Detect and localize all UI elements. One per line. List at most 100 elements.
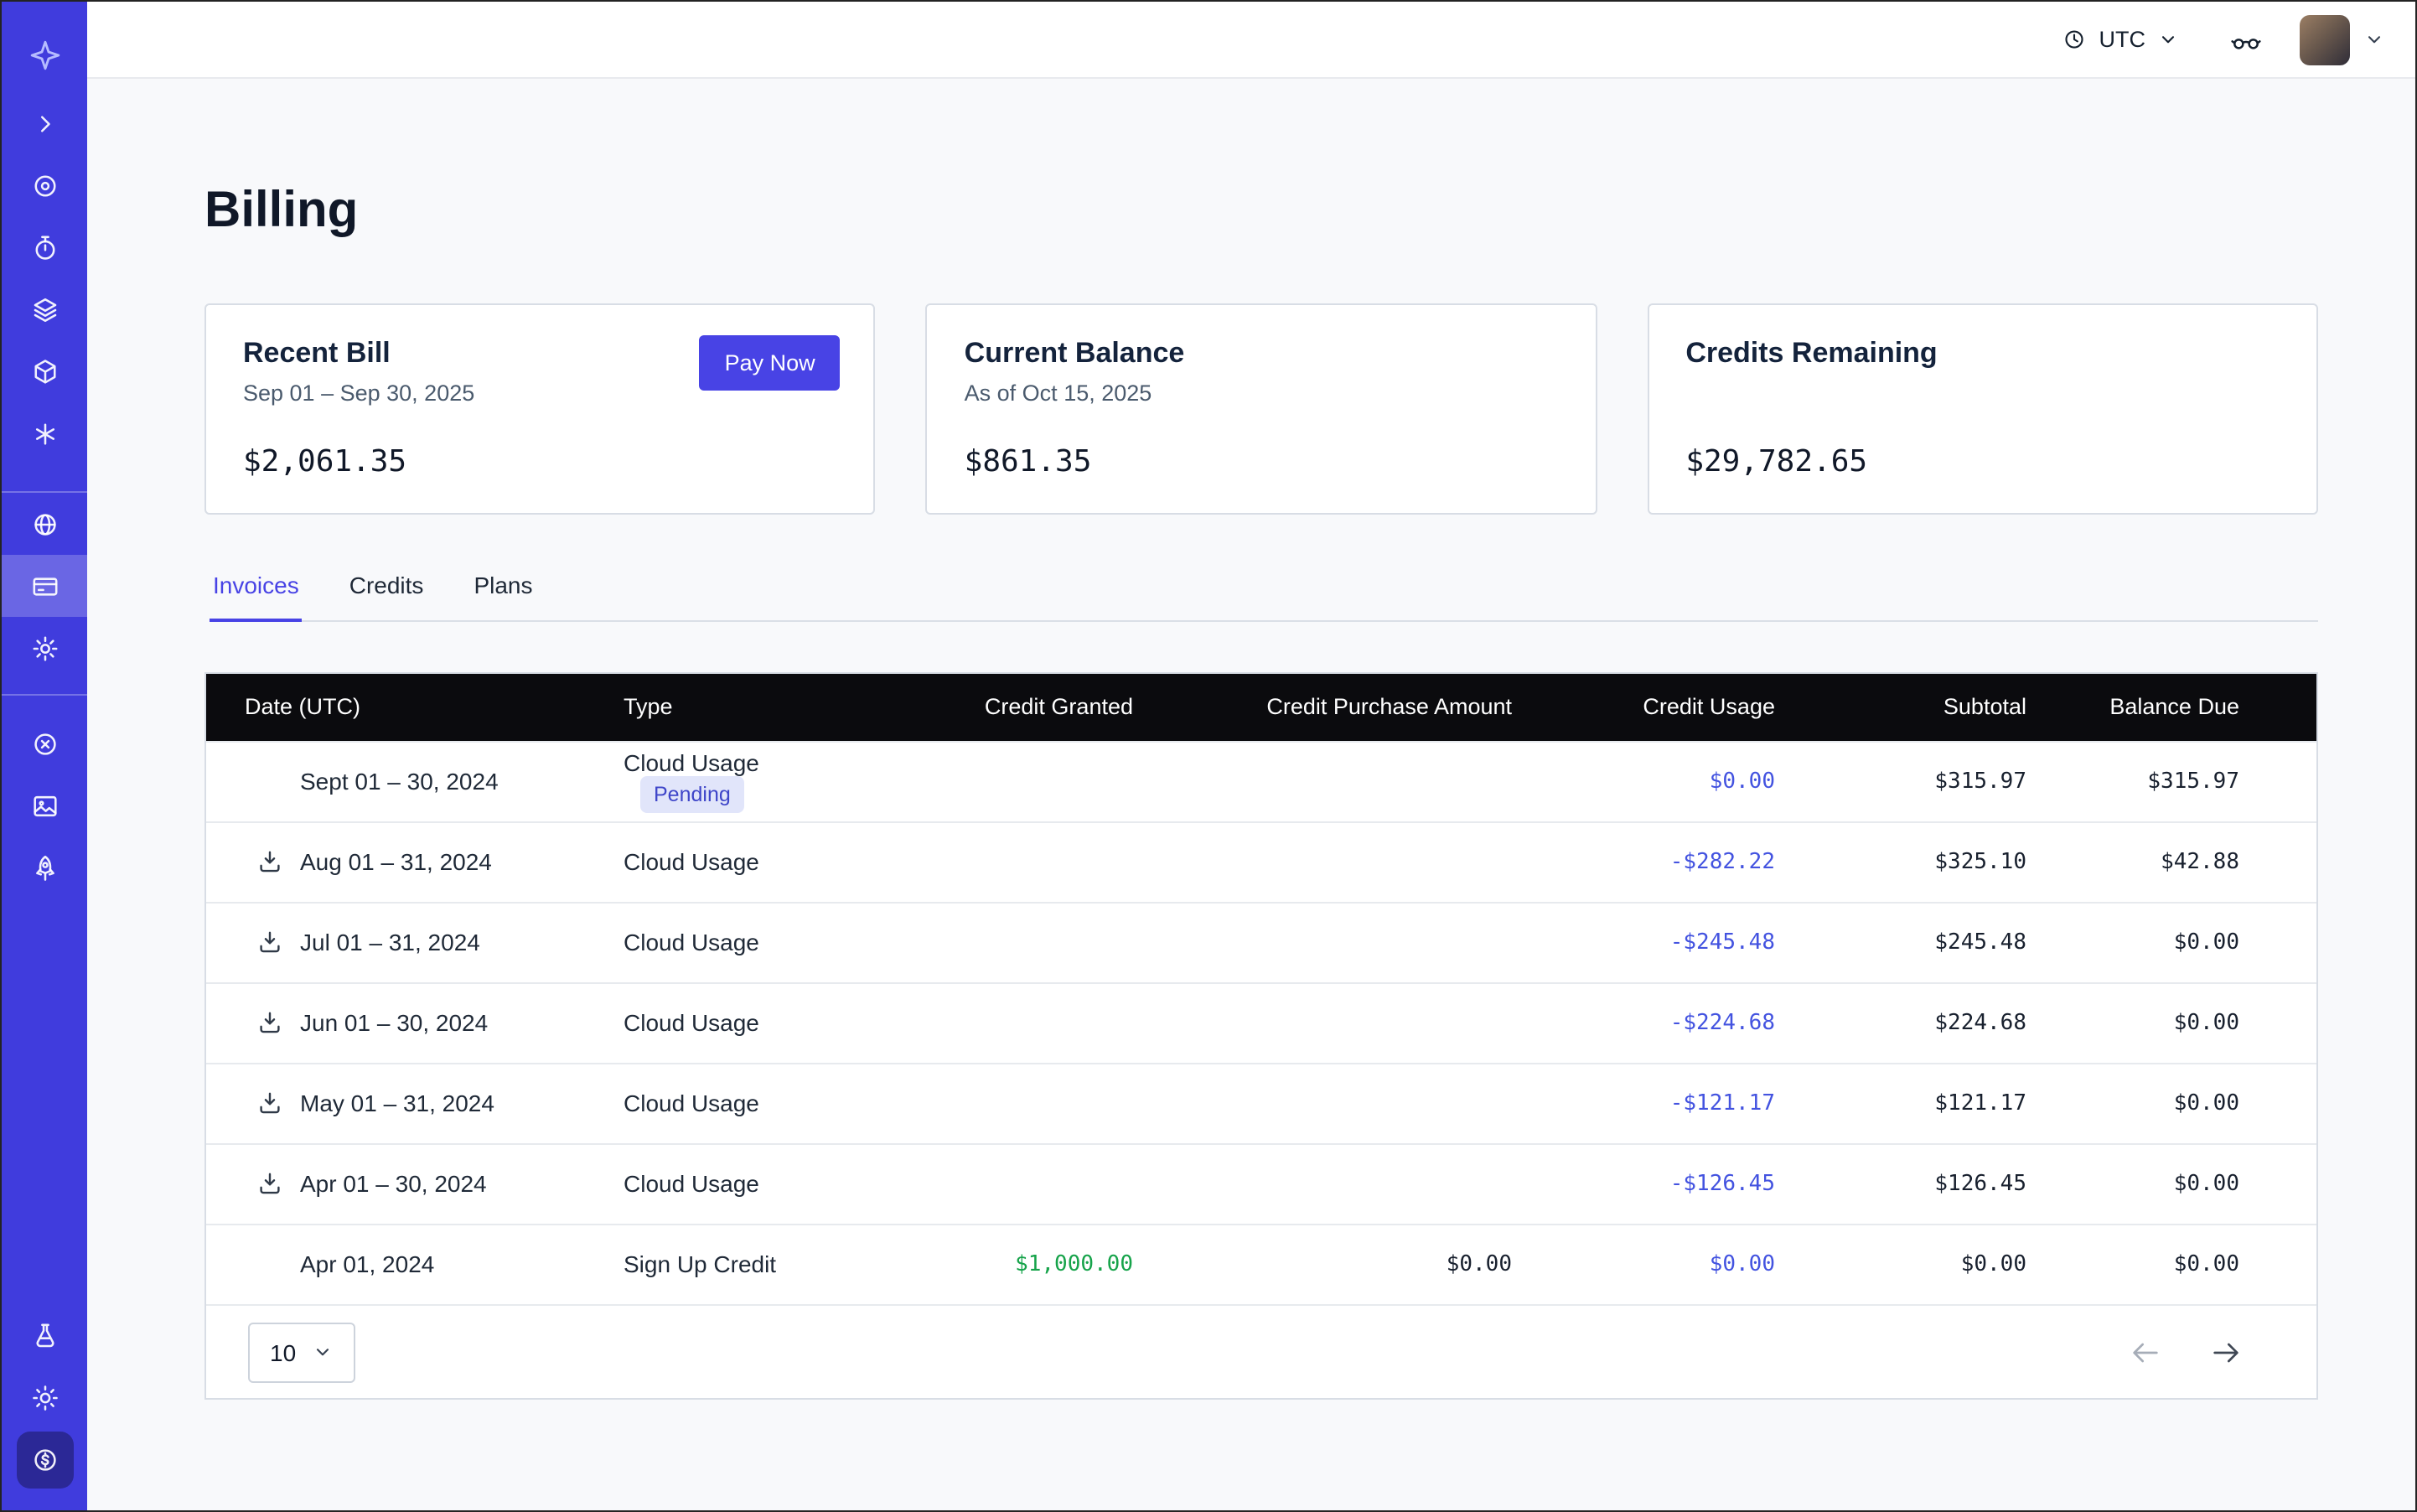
subtotal-cell: $245.48 — [1775, 902, 2026, 982]
glasses-button[interactable] — [2229, 23, 2263, 56]
column-header-subtotal: Subtotal — [1775, 674, 2026, 741]
recent-bill-card: Recent Bill Sep 01 – Sep 30, 2025 $2,061… — [204, 303, 876, 515]
download-invoice-icon[interactable] — [256, 848, 283, 875]
download-invoice-icon[interactable] — [256, 929, 283, 955]
invoice-row: Apr 01, 2024 Sign Up Credit $1,000.00 $0… — [206, 1224, 2316, 1304]
dollar-circle-icon — [29, 1444, 60, 1474]
credit-granted-cell: $1,000.00 — [875, 1224, 1133, 1304]
tab-plans[interactable]: Plans — [470, 568, 536, 620]
invoice-type: Cloud Usage — [624, 1009, 759, 1036]
invoice-table-container: Date (UTC) Type Credit Granted Credit Pu… — [204, 672, 2318, 1400]
credit-purchase-cell — [1133, 1063, 1512, 1143]
sidebar-item-globe[interactable] — [2, 493, 87, 555]
sidebar-item-target[interactable] — [2, 154, 87, 216]
invoice-date: Apr 01, 2024 — [300, 1251, 434, 1278]
sidebar-item-chevron-right[interactable] — [2, 92, 87, 154]
credit-granted-cell — [875, 1063, 1133, 1143]
summary-cards: Recent Bill Sep 01 – Sep 30, 2025 $2,061… — [204, 303, 2318, 515]
topbar: UTC — [87, 2, 2415, 79]
pay-now-button[interactable]: Pay Now — [700, 335, 841, 391]
invoice-date: Jun 01 – 30, 2024 — [300, 1009, 488, 1036]
arrow-left-icon — [2129, 1335, 2162, 1369]
download-invoice-icon[interactable] — [256, 1009, 283, 1036]
account-menu[interactable] — [2300, 14, 2385, 65]
card-title: Current Balance — [965, 337, 1559, 370]
status-badge: Pending — [640, 776, 744, 813]
invoice-row: Jul 01 – 31, 2024 Cloud Usage -$245.48 $… — [206, 902, 2316, 982]
sidebar-item-cube[interactable] — [2, 340, 87, 402]
sidebar-group — [2, 491, 87, 694]
main-content: Billing Recent Bill Sep 01 – Sep 30, 202… — [87, 79, 2415, 1510]
sidebar-item-circle-x[interactable] — [2, 712, 87, 774]
credit-purchase-cell — [1133, 982, 1512, 1063]
credit-usage-cell: -$224.68 — [1512, 982, 1775, 1063]
sidebar-item-timer[interactable] — [2, 216, 87, 278]
credit-purchase-cell — [1133, 902, 1512, 982]
current-balance-card: Current Balance As of Oct 15, 2025 $861.… — [926, 303, 1597, 515]
invoice-row: Aug 01 – 31, 2024 Cloud Usage -$282.22 $… — [206, 821, 2316, 902]
cube-icon — [29, 356, 60, 386]
invoice-table: Date (UTC) Type Credit Granted Credit Pu… — [206, 674, 2316, 1304]
logo-icon — [28, 39, 61, 72]
invoice-date: Aug 01 – 31, 2024 — [300, 848, 492, 875]
clock-icon — [2062, 27, 2088, 52]
invoice-type: Cloud Usage — [624, 1170, 759, 1197]
subtotal-cell: $224.68 — [1775, 982, 2026, 1063]
invoice-row: Apr 01 – 30, 2024 Cloud Usage -$126.45 $… — [206, 1143, 2316, 1224]
subtotal-cell: $0.00 — [1775, 1224, 2026, 1304]
subtotal-cell: $121.17 — [1775, 1063, 2026, 1143]
invoice-row: Jun 01 – 30, 2024 Cloud Usage -$224.68 $… — [206, 982, 2316, 1063]
tab-invoices[interactable]: Invoices — [210, 568, 303, 620]
credit-card-icon — [29, 571, 60, 601]
table-footer: 10 — [206, 1304, 2316, 1398]
invoice-type: Cloud Usage — [624, 848, 759, 875]
gear-icon — [29, 633, 60, 663]
credit-purchase-cell: $0.00 — [1133, 1224, 1512, 1304]
column-header-credit-usage: Credit Usage — [1512, 674, 1775, 741]
billing-tabs: Invoices Credits Plans — [210, 568, 2318, 622]
sidebar-item-credit-card[interactable] — [2, 555, 87, 617]
sidebar-item-layers[interactable] — [2, 278, 87, 340]
column-header-credit-granted: Credit Granted — [875, 674, 1133, 741]
sidebar-item-asterisk[interactable] — [2, 402, 87, 464]
sidebar-item-sun[interactable] — [2, 1366, 87, 1428]
chevron-down-icon — [2363, 28, 2385, 50]
invoice-type: Sign Up Credit — [624, 1251, 776, 1278]
sidebar-group — [2, 694, 87, 915]
next-page-button[interactable] — [2209, 1335, 2243, 1369]
sun-icon — [29, 1382, 60, 1412]
asterisk-icon — [29, 418, 60, 448]
balance-due-cell: $315.97 — [2026, 741, 2316, 821]
timezone-selector[interactable]: UTC — [2062, 27, 2180, 52]
arrow-right-icon — [2209, 1335, 2243, 1369]
sidebar-item-rocket[interactable] — [2, 836, 87, 898]
circle-x-icon — [29, 728, 60, 759]
target-icon — [29, 170, 60, 200]
sidebar-spacer — [2, 915, 87, 1304]
sidebar-item-dollar-circle[interactable] — [2, 1428, 87, 1490]
download-invoice-icon[interactable] — [256, 1170, 283, 1197]
invoice-date: May 01 – 31, 2024 — [300, 1090, 494, 1116]
chevron-right-icon — [29, 108, 60, 138]
balance-due-cell: $0.00 — [2026, 1143, 2316, 1224]
credit-usage-cell: $0.00 — [1512, 741, 1775, 821]
sidebar-item-flask[interactable] — [2, 1304, 87, 1366]
sidebar-item-gear[interactable] — [2, 617, 87, 679]
sidebar-item-app-window[interactable] — [2, 774, 87, 836]
page-size-select[interactable]: 10 — [248, 1322, 355, 1382]
download-invoice-icon[interactable] — [256, 1090, 283, 1116]
invoice-date: Apr 01 – 30, 2024 — [300, 1170, 487, 1197]
credits-remaining-card: Credits Remaining $29,782.65 — [1647, 303, 2318, 515]
previous-page-button[interactable] — [2129, 1335, 2162, 1369]
tab-credits[interactable]: Credits — [346, 568, 427, 620]
credit-usage-cell: -$126.45 — [1512, 1143, 1775, 1224]
chevron-down-icon — [311, 1341, 333, 1363]
avatar — [2300, 14, 2350, 65]
globe-icon — [29, 509, 60, 539]
credit-usage-cell: -$245.48 — [1512, 902, 1775, 982]
layers-icon — [29, 294, 60, 324]
credit-granted-cell — [875, 821, 1133, 902]
subtotal-cell: $315.97 — [1775, 741, 2026, 821]
invoice-table-body: Sept 01 – 30, 2024 Cloud Usage Pending $… — [206, 741, 2316, 1304]
sidebar-item-logo[interactable] — [2, 18, 87, 92]
